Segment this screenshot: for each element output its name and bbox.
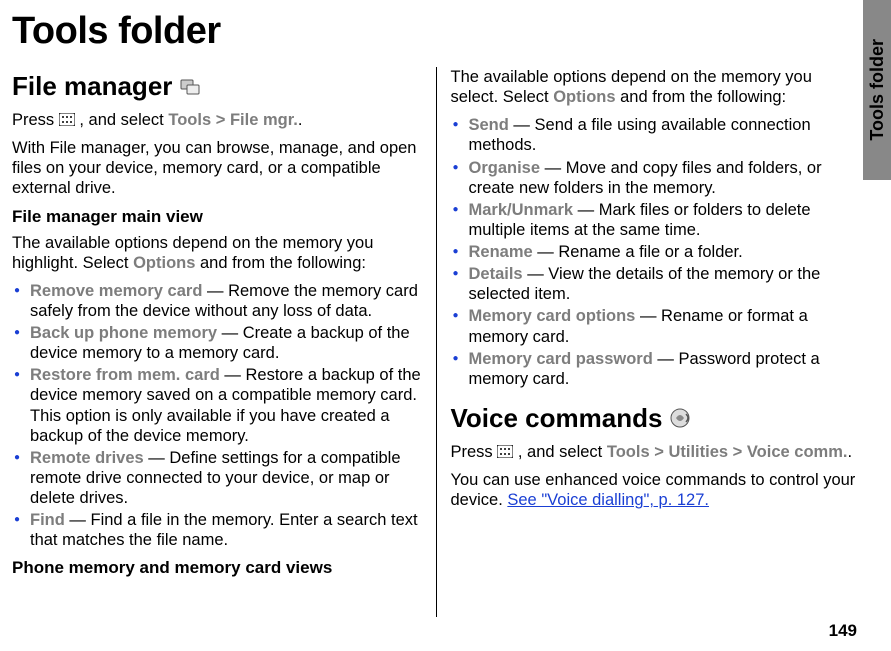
separator: > [654,443,664,461]
list-item: Find — Find a file in the memory. Enter … [12,510,423,550]
menu-path: Voice comm. [747,443,848,461]
list-item: Organise — Move and copy files and folde… [451,158,862,198]
voice-commands-icon [670,408,692,428]
phone-memory-intro: The available options depend on the memo… [451,67,862,107]
text: and from the following: [616,88,787,106]
voice-commands-body: You can use enhanced voice commands to c… [451,470,862,510]
option-term: Send [469,116,509,134]
page-title: Tools folder [12,10,861,53]
voice-commands-press-line: Press , and select Tools > Utilities > V… [451,442,862,462]
option-term: Find [30,511,65,529]
option-term: Memory card options [469,307,636,325]
side-tab: Tools folder [863,0,891,180]
list-item: Memory card password — Password protect … [451,349,862,389]
main-view-intro: The available options depend on the memo… [12,233,423,273]
main-view-options: Remove memory card — Remove the memory c… [12,281,423,551]
option-term: Back up phone memory [30,324,217,342]
text: and from the following: [195,254,366,272]
option-term: Organise [469,159,541,177]
content-columns: File manager Press , and select Tools > … [12,67,861,617]
phone-memory-options: Send — Send a file using available conne… [451,115,862,389]
text: , and select [518,443,607,461]
menu-path: Tools [607,443,650,461]
option-term: Restore from mem. card [30,366,220,384]
list-item: Send — Send a file using available conne… [451,115,862,155]
list-item: Remote drives — Define settings for a co… [12,448,423,508]
text: Press [451,443,498,461]
main-view-heading: File manager main view [12,207,423,227]
menu-path: Tools [168,111,211,129]
separator: > [733,443,743,461]
option-term: Details [469,265,523,283]
list-item: Back up phone memory — Create a backup o… [12,323,423,363]
separator: > [216,111,226,129]
option-desc: — Send a file using available connection… [469,116,811,154]
menu-path: Utilities [668,443,728,461]
phone-memory-heading: Phone memory and memory card views [12,558,423,578]
option-term: Remote drives [30,449,144,467]
list-item: Remove memory card — Remove the memory c… [12,281,423,321]
text: , and select [79,111,168,129]
list-item: Mark/Unmark — Mark files or folders to d… [451,200,862,240]
list-item: Restore from mem. card — Restore a backu… [12,365,423,446]
option-term: Mark/Unmark [469,201,574,219]
option-desc: — Rename a file or a folder. [533,243,743,261]
file-manager-press-line: Press , and select Tools > File mgr.. [12,110,423,130]
option-term: Memory card password [469,350,653,368]
list-item: Rename — Rename a file or a folder. [451,242,862,262]
voice-dialling-link[interactable]: See "Voice dialling", p. 127. [507,491,709,509]
option-term: Rename [469,243,533,261]
option-desc: — Find a file in the memory. Enter a sea… [30,511,418,549]
options-label: Options [553,88,615,106]
list-item: Details — View the details of the memory… [451,264,862,304]
option-term: Remove memory card [30,282,202,300]
page-number: 149 [829,621,857,641]
page: Tools folder Tools folder File manager P… [0,0,891,651]
file-manager-heading-text: File manager [12,71,172,102]
menu-key-icon [59,111,75,124]
voice-commands-heading-text: Voice commands [451,403,663,434]
text: . [847,443,852,461]
side-tab-label: Tools folder [867,39,888,141]
menu-key-icon [497,443,513,456]
voice-commands-heading: Voice commands [451,403,862,434]
file-manager-intro: With File manager, you can browse, manag… [12,138,423,198]
file-manager-icon [180,77,202,97]
list-item: Memory card options — Rename or format a… [451,306,862,346]
file-manager-heading: File manager [12,71,423,102]
options-label: Options [133,254,195,272]
text: Press [12,111,59,129]
text: . [298,111,303,129]
menu-path: File mgr. [230,111,298,129]
